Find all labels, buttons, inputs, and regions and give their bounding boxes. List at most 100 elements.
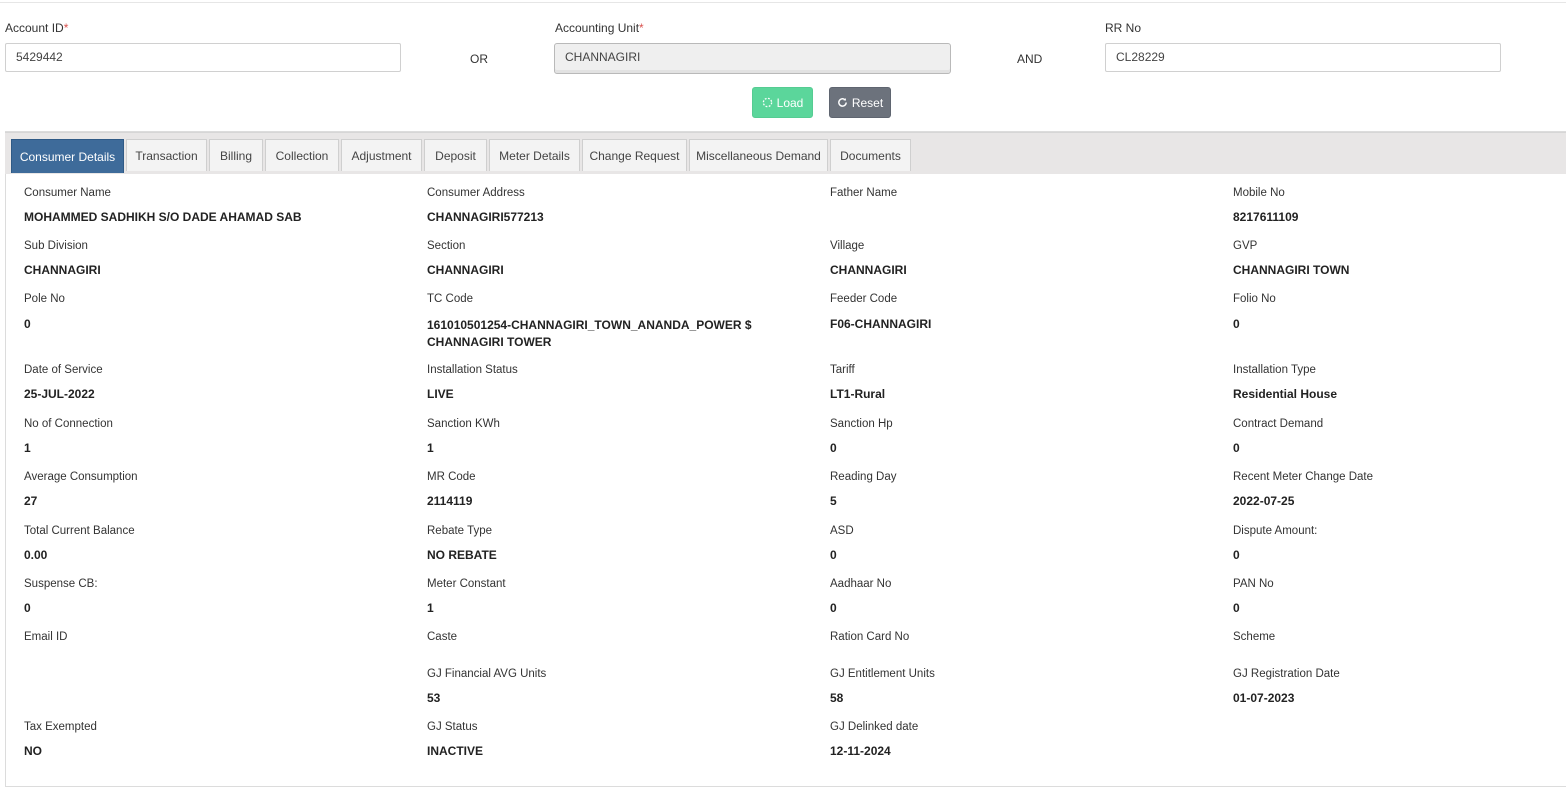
field-value: F06-CHANNAGIRI <box>830 317 932 331</box>
load-button-label: Load <box>776 95 804 110</box>
field-value: 27 <box>24 494 38 508</box>
tab-documents[interactable]: Documents <box>830 139 911 171</box>
field-value: 0 <box>1233 601 1240 615</box>
field-label: TC Code <box>427 293 474 305</box>
field-value: 12-11-2024 <box>830 744 891 758</box>
rr-no-input[interactable]: CL28229 <box>1105 43 1501 72</box>
field-value: 0 <box>830 601 837 615</box>
field-label: Section <box>427 240 466 252</box>
reset-button-label: Reset <box>851 95 884 110</box>
field-value: 0 <box>24 601 31 615</box>
field-label: Pole No <box>24 293 65 305</box>
field-label: Sub Division <box>24 240 88 252</box>
field-label: Consumer Address <box>427 187 525 199</box>
field-label: Village <box>830 240 865 252</box>
refresh-icon <box>837 97 848 108</box>
field-label: Tariff <box>830 364 855 376</box>
field-value: 2022-07-25 <box>1233 494 1295 508</box>
field-value: LIVE <box>427 387 454 401</box>
field-label: ASD <box>830 525 854 537</box>
field-label: Installation Type <box>1233 364 1316 376</box>
account-id-label: Account ID* <box>5 21 69 35</box>
field-label: GJ Status <box>427 721 478 733</box>
field-label: Feeder Code <box>830 293 898 305</box>
field-label: Tax Exempted <box>24 721 97 733</box>
tab-adjustment[interactable]: Adjustment <box>341 139 422 171</box>
account-id-input[interactable]: 5429442 <box>5 43 401 72</box>
top-divider <box>0 2 1566 3</box>
field-value: CHANNAGIRI TOWN <box>1233 263 1350 277</box>
field-value: NO <box>24 744 42 758</box>
field-label: PAN No <box>1233 578 1274 590</box>
and-separator: AND <box>1017 52 1043 66</box>
field-label: Installation Status <box>427 364 518 376</box>
field-label: Sanction Hp <box>830 418 893 430</box>
field-label: Aadhaar No <box>830 578 892 590</box>
field-label: Average Consumption <box>24 471 138 483</box>
tab-billing[interactable]: Billing <box>209 139 263 171</box>
tab-miscellaneous-demand[interactable]: Miscellaneous Demand <box>689 139 828 171</box>
field-value: 2114119 <box>427 494 473 508</box>
details-panel <box>5 131 1566 787</box>
tab-deposit[interactable]: Deposit <box>424 139 487 171</box>
field-value: LT1-Rural <box>830 387 886 401</box>
field-value: 0 <box>1233 548 1240 562</box>
field-label: Mobile No <box>1233 187 1285 199</box>
field-value: MOHAMMED SADHIKH S/O DADE AHAMAD SAB <box>24 210 302 224</box>
field-value: CHANNAGIRI <box>427 263 504 277</box>
accounting-unit-select[interactable]: CHANNAGIRI <box>554 43 951 74</box>
field-label: Consumer Name <box>24 187 111 199</box>
field-value: Residential House <box>1233 387 1338 401</box>
field-value: CHANNAGIRI <box>830 263 907 277</box>
load-button[interactable]: Load <box>752 87 813 118</box>
field-label: Email ID <box>24 631 68 643</box>
tab-transaction[interactable]: Transaction <box>126 139 207 171</box>
field-value: CHANNAGIRI577213 <box>427 210 544 224</box>
field-label: MR Code <box>427 471 476 483</box>
field-label: Suspense CB: <box>24 578 98 590</box>
field-label: Contract Demand <box>1233 418 1324 430</box>
field-value: INACTIVE <box>427 744 484 758</box>
tab-meter-details[interactable]: Meter Details <box>489 139 580 171</box>
field-value: 0 <box>1233 441 1240 455</box>
field-label: Total Current Balance <box>24 525 135 537</box>
field-label: GJ Entitlement Units <box>830 668 935 680</box>
field-value: 01-07-2023 <box>1233 691 1295 705</box>
reset-button[interactable]: Reset <box>829 87 891 118</box>
field-label: Rebate Type <box>427 525 493 537</box>
field-value: 53 <box>427 691 441 705</box>
field-label: GJ Delinked date <box>830 721 919 733</box>
field-value: 0 <box>830 441 837 455</box>
field-value: NO REBATE <box>427 548 497 562</box>
field-label: Reading Day <box>830 471 897 483</box>
field-value: 1 <box>427 601 434 615</box>
accounting-unit-label: Accounting Unit* <box>555 21 644 35</box>
field-value: 0.00 <box>24 548 48 562</box>
field-label: Dispute Amount: <box>1233 525 1318 537</box>
field-value: 0 <box>1233 317 1240 331</box>
field-value: CHANNAGIRI <box>24 263 101 277</box>
field-label: Ration Card No <box>830 631 910 643</box>
field-label: No of Connection <box>24 418 113 430</box>
field-label: Date of Service <box>24 364 103 376</box>
tab-consumer-details[interactable]: Consumer Details <box>11 139 124 173</box>
field-value: 0 <box>830 548 837 562</box>
field-label: GJ Financial AVG Units <box>427 668 547 680</box>
field-label: Meter Constant <box>427 578 506 590</box>
field-label: Caste <box>427 631 458 643</box>
field-value: 161010501254-CHANNAGIRI_TOWN_ANANDA_POWE… <box>427 318 752 349</box>
field-value: 58 <box>830 691 844 705</box>
field-value: 1 <box>24 441 31 455</box>
field-label: Folio No <box>1233 293 1276 305</box>
tab-collection[interactable]: Collection <box>265 139 339 171</box>
field-value: 1 <box>427 441 434 455</box>
field-value: 25-JUL-2022 <box>24 387 95 401</box>
rr-no-label: RR No <box>1105 21 1142 35</box>
or-separator: OR <box>470 52 488 66</box>
tab-change-request[interactable]: Change Request <box>582 139 687 171</box>
field-label: GVP <box>1233 240 1258 252</box>
field-value: 5 <box>830 494 837 508</box>
field-value: 0 <box>24 317 31 331</box>
field-label: Father Name <box>830 187 898 199</box>
field-label: Scheme <box>1233 631 1276 643</box>
